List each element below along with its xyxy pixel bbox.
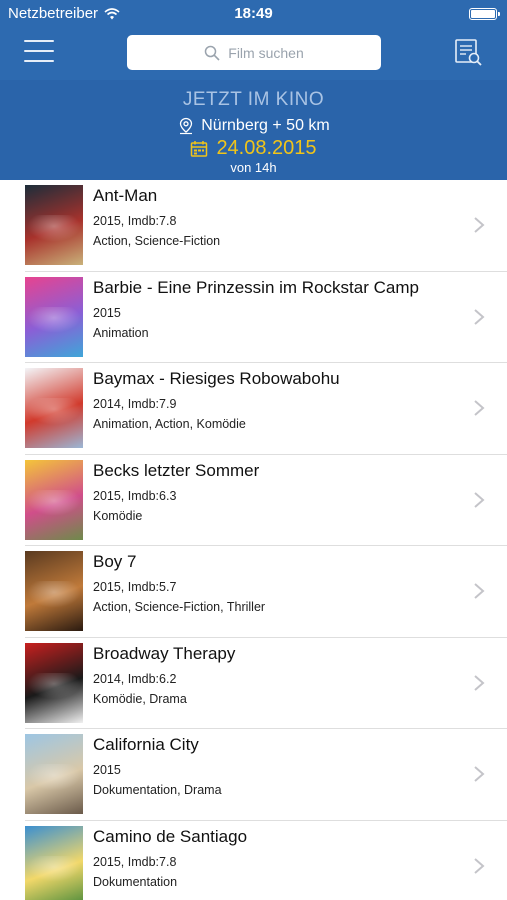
poster-figure: [25, 215, 83, 243]
poster-figure: [25, 306, 83, 335]
movie-poster: [25, 185, 83, 265]
movie-poster: [25, 551, 83, 631]
cinema-info-banner: JETZT IM KINO Nürnberg + 50 km 24.08.201…: [0, 80, 507, 180]
movie-info: Barbie - Eine Prinzessin im Rockstar Cam…: [93, 278, 457, 340]
movie-row[interactable]: Broadway Therapy 2014, Imdb:6.2 Komödie,…: [0, 638, 507, 730]
movie-info: Camino de Santiago 2015, Imdb:7.8 Dokume…: [93, 827, 457, 889]
poster-figure: [25, 398, 83, 426]
movie-title: Baymax - Riesiges Robowabohu: [93, 369, 340, 388]
chevron-right-icon: [474, 583, 485, 599]
location-label: Nürnberg + 50 km: [201, 117, 330, 134]
movie-genres: Komödie, Drama: [93, 691, 187, 706]
chevron-right-icon: [474, 674, 485, 691]
menu-button[interactable]: [24, 40, 54, 62]
movie-meta: 2015, Imdb:7.8: [93, 214, 177, 228]
chevron-right-icon: [474, 400, 485, 416]
movie-title: Ant-Man: [93, 186, 158, 205]
movie-meta: 2015: [93, 763, 121, 777]
location-row[interactable]: Nürnberg + 50 km: [0, 117, 507, 135]
chevron-right-icon: [474, 217, 485, 233]
date-row[interactable]: 24.08.2015: [0, 137, 507, 160]
list-search-icon[interactable]: [453, 37, 483, 67]
movie-row[interactable]: Becks letzter Sommer 2015, Imdb:6.3 Komö…: [0, 455, 507, 547]
section-title: JETZT IM KINO: [182, 89, 325, 110]
chevron-right-icon: [474, 308, 485, 325]
poster-figure: [25, 581, 83, 609]
calendar-icon: [191, 140, 208, 157]
movie-meta: 2015, Imdb:5.7: [93, 580, 177, 594]
poster-figure: [25, 489, 83, 518]
status-time: 18:49: [234, 5, 273, 22]
movie-poster: [25, 642, 83, 723]
movie-info: Becks letzter Sommer 2015, Imdb:6.3 Komö…: [93, 461, 457, 523]
movie-title: Camino de Santiago: [93, 826, 248, 846]
movie-info: Ant-Man 2015, Imdb:7.8 Action, Science-F…: [93, 186, 457, 248]
movie-title: California City: [93, 735, 199, 754]
movie-genres: Dokumentation: [93, 874, 178, 889]
movie-meta: 2014, Imdb:6.2: [93, 671, 177, 686]
chevron-right-icon: [474, 491, 485, 508]
movie-poster: [25, 276, 83, 357]
movie-meta: 2015: [93, 305, 121, 320]
movie-genres: Action, Science-Fiction, Thriller: [93, 600, 266, 614]
movie-info: California City 2015 Dokumentation, Dram…: [93, 735, 457, 797]
movie-title: Becks letzter Sommer: [93, 460, 260, 480]
location-pin-icon: [180, 117, 193, 135]
movie-meta: 2014, Imdb:7.9: [93, 397, 177, 411]
movie-title: Broadway Therapy: [93, 643, 236, 663]
movie-row[interactable]: Baymax - Riesiges Robowabohu 2014, Imdb:…: [0, 363, 507, 455]
navbar: Film suchen: [0, 28, 507, 78]
movie-poster: [25, 368, 83, 448]
movie-info: Baymax - Riesiges Robowabohu 2014, Imdb:…: [93, 369, 457, 431]
movie-title: Barbie - Eine Prinzessin im Rockstar Cam…: [93, 277, 419, 297]
poster-figure: [25, 764, 83, 792]
movie-list: Ant-Man 2015, Imdb:7.8 Action, Science-F…: [0, 180, 507, 900]
movie-genres: Dokumentation, Drama: [93, 783, 222, 797]
movie-genres: Action, Science-Fiction: [93, 234, 221, 248]
movie-row[interactable]: California City 2015 Dokumentation, Dram…: [0, 729, 507, 821]
date-label: 24.08.2015: [216, 137, 317, 159]
time-label: von 14h: [230, 160, 277, 175]
movie-row[interactable]: Boy 7 2015, Imdb:5.7 Action, Science-Fic…: [0, 546, 507, 638]
movie-meta: 2015, Imdb:6.3: [93, 488, 177, 503]
search-input[interactable]: Film suchen: [127, 35, 381, 70]
movie-poster: [25, 459, 83, 540]
battery-icon: [469, 8, 500, 20]
movie-info: Boy 7 2015, Imdb:5.7 Action, Science-Fic…: [93, 552, 457, 614]
chevron-right-icon: [474, 766, 485, 782]
hamburger-line: [24, 60, 54, 62]
hamburger-line: [24, 40, 54, 42]
movie-row[interactable]: Camino de Santiago 2015, Imdb:7.8 Dokume…: [0, 821, 507, 900]
chevron-right-icon: [474, 857, 485, 874]
movie-genres: Animation: [93, 325, 149, 340]
app-header: Netzbetreiber 18:49 Film suchen JETZT IM…: [0, 0, 507, 180]
movie-poster: [25, 825, 83, 900]
movie-row[interactable]: Barbie - Eine Prinzessin im Rockstar Cam…: [0, 272, 507, 364]
movie-meta: 2015, Imdb:7.8: [93, 854, 177, 869]
movie-genres: Animation, Action, Komödie: [93, 417, 246, 431]
movie-title: Boy 7: [93, 552, 137, 571]
status-bar: Netzbetreiber 18:49: [0, 0, 507, 28]
hamburger-line: [24, 50, 54, 52]
search-icon: [205, 45, 220, 61]
movie-row[interactable]: Ant-Man 2015, Imdb:7.8 Action, Science-F…: [0, 180, 507, 272]
poster-figure: [25, 672, 83, 701]
movie-info: Broadway Therapy 2014, Imdb:6.2 Komödie,…: [93, 644, 457, 706]
movie-poster: [25, 734, 83, 814]
poster-figure: [25, 855, 83, 884]
search-placeholder: Film suchen: [228, 44, 304, 61]
movie-genres: Komödie: [93, 508, 143, 523]
